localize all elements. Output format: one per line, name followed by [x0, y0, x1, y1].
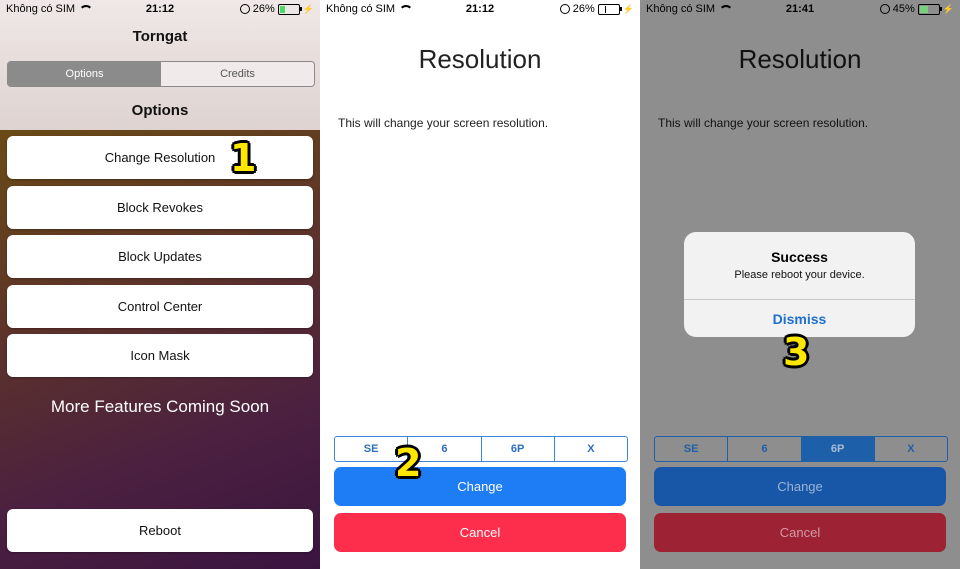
control-center-button[interactable]: Control Center [7, 285, 313, 328]
resolution-screen: Không có SIM 21:12 26% ⚡ Resolution This… [320, 0, 640, 569]
resolution-segmented-control: SE 6 6P X [654, 436, 948, 462]
change-resolution-button[interactable]: Change Resolution [7, 136, 313, 179]
battery-percent: 26% [252, 3, 275, 15]
reboot-button[interactable]: Reboot [7, 509, 313, 552]
resolution-segmented-control: SE 6 6P X [334, 436, 628, 462]
resolution-6p[interactable]: 6P [482, 437, 555, 461]
app-title: Torngat [132, 28, 188, 45]
torngat-options-screen: Không có SIM 21:12 26% ⚡ Torngat Options… [0, 0, 320, 569]
page-title: Resolution [418, 44, 542, 74]
status-bar: Không có SIM 21:12 26% ⚡ [0, 0, 320, 18]
tutorial-collage: Không có SIM 21:12 26% ⚡ Torngat Options… [0, 0, 960, 569]
battery-group: 26% ⚡ [559, 3, 634, 15]
status-bar: Không có SIM 21:41 45% ⚡ [640, 0, 960, 18]
cancel-button[interactable]: Cancel [334, 513, 626, 552]
battery-icon [277, 3, 302, 15]
description-text: This will change your screen resolution. [658, 116, 869, 130]
orientation-lock-icon [879, 4, 890, 14]
alert-title: Success [771, 249, 828, 265]
resolution-6p[interactable]: 6P [801, 437, 875, 461]
resolution-x[interactable]: X [875, 437, 947, 461]
options-credits-segmented-control: Options Credits [7, 61, 315, 87]
resolution-se[interactable]: SE [655, 437, 729, 461]
battery-group: 45% ⚡ [879, 3, 954, 15]
cancel-button[interactable]: Cancel [654, 513, 946, 552]
step-number-2: 2 [395, 441, 422, 485]
change-button[interactable]: Change [654, 467, 946, 506]
status-bar: Không có SIM 21:12 26% ⚡ [320, 0, 640, 18]
block-updates-button[interactable]: Block Updates [7, 235, 313, 278]
coming-soon-text: More Features Coming Soon [50, 397, 270, 416]
section-title: Options [131, 102, 189, 119]
orientation-lock-icon [239, 4, 250, 14]
orientation-lock-icon [559, 4, 570, 14]
battery-group: 26% ⚡ [239, 3, 314, 15]
charging-icon: ⚡ [302, 3, 314, 14]
page-title: Resolution [738, 44, 862, 74]
resolution-x[interactable]: X [555, 437, 627, 461]
step-number-3: 3 [783, 330, 810, 374]
battery-icon [917, 3, 942, 15]
resolution-success-screen: Không có SIM 21:41 45% ⚡ Resolution This… [640, 0, 960, 569]
charging-icon: ⚡ [942, 3, 954, 14]
charging-icon: ⚡ [622, 3, 634, 14]
step-number-1: 1 [230, 136, 257, 180]
battery-icon [597, 3, 622, 15]
icon-mask-button[interactable]: Icon Mask [7, 334, 313, 377]
change-button[interactable]: Change [334, 467, 626, 506]
resolution-6[interactable]: 6 [728, 437, 802, 461]
battery-percent: 45% [892, 3, 915, 15]
alert-message: Please reboot your device. [734, 269, 865, 281]
segment-credits[interactable]: Credits [161, 62, 314, 86]
success-alert: Success Please reboot your device. Dismi… [684, 232, 915, 337]
description-text: This will change your screen resolution. [338, 116, 549, 130]
block-revokes-button[interactable]: Block Revokes [7, 186, 313, 229]
segment-options[interactable]: Options [8, 62, 161, 86]
battery-percent: 26% [572, 3, 595, 15]
